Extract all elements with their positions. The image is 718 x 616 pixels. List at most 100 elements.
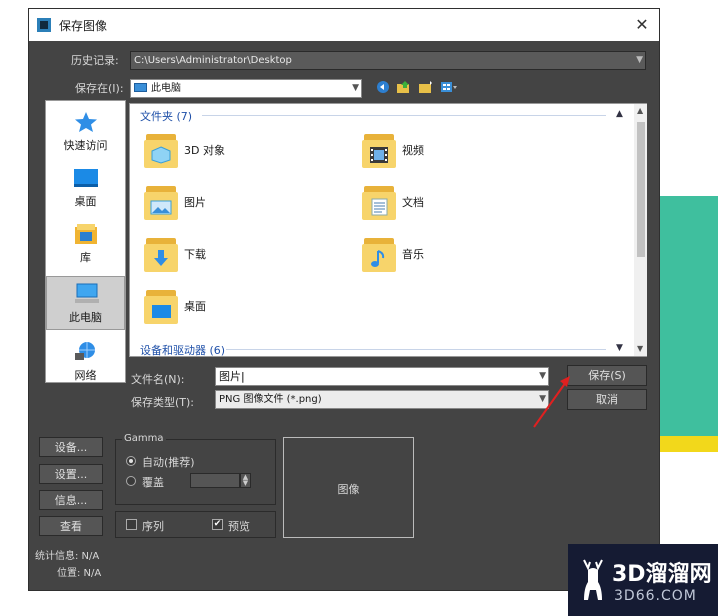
gamma-auto-label: 自动(推荐) — [142, 456, 195, 469]
gamma-group: Gamma 自动(推荐) 覆盖 ▲ ▼ — [115, 433, 276, 505]
sidebar-item-label: 网络 — [74, 369, 97, 382]
filename-input[interactable]: 图片| ▼ — [215, 367, 549, 386]
image-preview-box: 图像 — [283, 437, 414, 538]
save-image-dialog: 保存图像 ✕ 历史记录: C:\Users\Administrator\Desk… — [28, 8, 660, 591]
sidebar-item-desktop[interactable]: 桌面 — [46, 161, 125, 215]
gamma-value-input[interactable] — [190, 473, 240, 488]
group-header-devices[interactable]: 设备和驱动器 (6) — [140, 342, 225, 358]
sidebar-item-label: 库 — [80, 251, 91, 264]
chevron-down-icon: ▼ — [352, 83, 359, 93]
history-dropdown[interactable]: C:\Users\Administrator\Desktop ▼ — [130, 51, 646, 70]
watermark-brand: 3D溜溜网 — [612, 562, 712, 587]
preview-checkbox[interactable]: ✔ — [212, 519, 223, 530]
folder-name: 桌面 — [184, 300, 206, 313]
dialog-title: 保存图像 — [59, 19, 108, 33]
settings-button[interactable]: 设置... — [39, 464, 103, 484]
folder-name: 音乐 — [402, 248, 424, 261]
folder-item-3d-objects[interactable]: 3D 对象 — [144, 130, 344, 172]
position-info: 位置: N/A — [57, 568, 102, 579]
folder-item-music[interactable]: 音乐 — [362, 234, 562, 276]
sidebar-item-label: 桌面 — [74, 195, 97, 208]
filename-label: 文件名(N): — [131, 373, 185, 386]
scroll-thumb[interactable] — [637, 122, 645, 257]
back-icon[interactable] — [376, 80, 390, 94]
info-button[interactable]: 信息... — [39, 490, 103, 510]
sidebar-item-network[interactable]: 网络 — [46, 335, 125, 389]
chevron-down-icon[interactable]: ▼ — [616, 343, 623, 353]
cancel-button[interactable]: 取消 — [567, 389, 647, 410]
chevron-up-icon[interactable]: ▲ — [616, 109, 623, 119]
watermark-url: 3D66.COM — [614, 588, 697, 604]
stats-info: 统计信息: N/A — [35, 551, 100, 562]
view-menu-icon[interactable] — [440, 80, 458, 94]
pictures-folder-icon — [144, 184, 178, 220]
setup-button[interactable]: 设备... — [39, 437, 103, 457]
videos-folder-icon — [362, 132, 396, 168]
scroll-up-icon[interactable]: ▲ — [637, 106, 643, 115]
3d-objects-folder-icon — [144, 132, 178, 168]
sidebar-item-this-pc[interactable]: 此电脑 — [46, 276, 125, 330]
scroll-down-icon[interactable]: ▼ — [637, 344, 643, 353]
vertical-scrollbar[interactable]: ▲ ▼ — [634, 104, 647, 356]
desktop-folder-icon — [144, 288, 178, 324]
folder-item-pictures[interactable]: 图片 — [144, 182, 344, 224]
preview-label: 预览 — [228, 520, 250, 533]
gamma-override-radio[interactable] — [126, 476, 136, 486]
gamma-spinner[interactable]: ▲ ▼ — [240, 473, 251, 488]
filename-value: 图片 — [219, 370, 241, 383]
folder-item-downloads[interactable]: 下载 — [144, 234, 344, 276]
desktop-icon — [74, 169, 98, 187]
sequence-checkbox[interactable] — [126, 519, 137, 530]
documents-folder-icon — [362, 184, 396, 220]
chevron-down-icon: ▼ — [539, 394, 546, 404]
folder-item-documents[interactable]: 文档 — [362, 182, 562, 224]
sidebar-item-label: 快速访问 — [63, 139, 108, 152]
computer-icon — [134, 83, 147, 92]
group-divider — [202, 115, 606, 116]
computer-icon — [75, 283, 99, 303]
group-header-folders[interactable]: 文件夹 (7) — [140, 108, 192, 124]
deer-logo-icon — [583, 559, 603, 600]
library-icon — [75, 224, 97, 244]
watermark-logo: 3D溜溜网 3D66.COM — [568, 544, 718, 616]
save-in-label: 保存在(I): — [75, 82, 124, 95]
history-label: 历史记录: — [71, 54, 119, 67]
downloads-folder-icon — [144, 236, 178, 272]
filetype-label: 保存类型(T): — [131, 396, 195, 409]
sequence-label: 序列 — [142, 520, 164, 533]
folder-name: 图片 — [184, 196, 206, 209]
filetype-value: PNG 图像文件 (*.png) — [219, 394, 322, 405]
gamma-auto-radio[interactable] — [126, 456, 136, 466]
up-folder-icon[interactable] — [396, 80, 412, 94]
network-icon — [75, 342, 95, 360]
group-divider — [226, 349, 606, 350]
places-sidebar: 快速访问 桌面 库 此电脑 网络 — [45, 100, 126, 383]
sidebar-item-quick-access[interactable]: 快速访问 — [46, 105, 125, 159]
new-folder-icon[interactable] — [418, 80, 434, 94]
filetype-dropdown[interactable]: PNG 图像文件 (*.png) ▼ — [215, 390, 549, 409]
sidebar-item-label: 此电脑 — [69, 311, 102, 324]
folder-name: 3D 对象 — [184, 144, 225, 157]
folder-item-videos[interactable]: 视频 — [362, 130, 562, 172]
save-button[interactable]: 保存(S) — [567, 365, 647, 386]
folder-item-desktop[interactable]: 桌面 — [144, 286, 344, 328]
folder-name: 下载 — [184, 248, 206, 261]
background-yellow-stripe — [655, 436, 718, 452]
star-icon — [75, 112, 97, 132]
title-bar: 保存图像 ✕ — [29, 9, 659, 41]
save-in-dropdown[interactable]: 此电脑 ▼ — [130, 79, 362, 98]
folder-name: 视频 — [402, 144, 424, 157]
sidebar-item-library[interactable]: 库 — [46, 217, 125, 271]
app-icon — [37, 18, 51, 32]
view-button[interactable]: 查看 — [39, 516, 103, 536]
gamma-override-label: 覆盖 — [142, 476, 164, 489]
options-group: 序列 ✔ 预览 — [115, 511, 276, 538]
chevron-down-icon: ▼ — [636, 55, 643, 65]
folder-name: 文档 — [402, 196, 424, 209]
gamma-title: Gamma — [122, 433, 166, 444]
history-value: C:\Users\Administrator\Desktop — [134, 55, 292, 66]
file-list: 文件夹 (7) ▲ 3D 对象 图片 下载 桌面 视频 文档 音乐 设备和驱动器… — [129, 103, 647, 357]
close-button[interactable]: ✕ — [629, 13, 655, 37]
image-preview-label: 图像 — [337, 483, 360, 496]
music-folder-icon — [362, 236, 396, 272]
